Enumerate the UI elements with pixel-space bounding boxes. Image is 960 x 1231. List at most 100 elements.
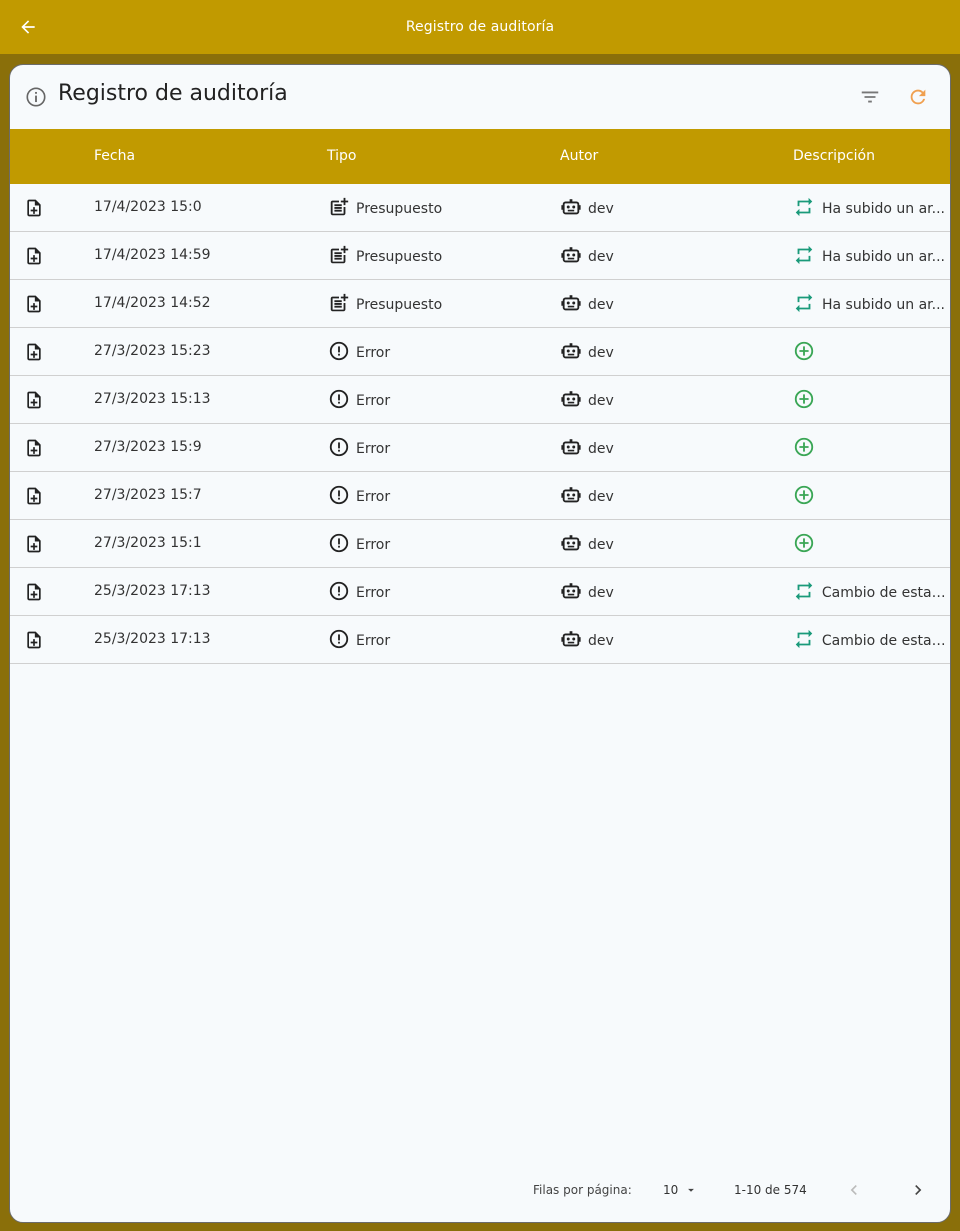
row-date: 27/3/2023 15:9: [94, 439, 202, 455]
column-header-tipo[interactable]: Tipo: [327, 148, 356, 164]
table-row[interactable]: 27/3/2023 15:23 Error dev: [10, 328, 950, 376]
note-add-icon: [24, 630, 44, 650]
row-description-label: Ha subido un ar...: [822, 201, 945, 217]
row-author-label: dev: [588, 537, 614, 553]
row-author-label: dev: [588, 489, 614, 505]
robot-icon: [560, 292, 582, 318]
table-row[interactable]: 27/3/2023 15:1 Error dev: [10, 520, 950, 568]
table-row[interactable]: 27/3/2023 15:7 Error dev: [10, 472, 950, 520]
row-author-label: dev: [588, 249, 614, 265]
post-add-icon: [328, 292, 350, 318]
row-type: Presupuesto: [328, 196, 442, 222]
row-author: dev: [560, 388, 614, 414]
row-type: Error: [328, 580, 390, 606]
row-type: Presupuesto: [328, 244, 442, 270]
row-author: dev: [560, 292, 614, 318]
column-header-autor[interactable]: Autor: [560, 148, 598, 164]
robot-icon: [560, 436, 582, 462]
row-description: [793, 532, 950, 558]
add-circle-icon: [793, 388, 815, 414]
error-icon: [328, 436, 350, 462]
row-author: dev: [560, 532, 614, 558]
row-description-label: Ha subido un ar...: [822, 297, 945, 313]
row-date: 27/3/2023 15:1: [94, 535, 202, 551]
row-date: 27/3/2023 15:13: [94, 391, 211, 407]
column-header-fecha[interactable]: Fecha: [94, 148, 135, 164]
table-row[interactable]: 27/3/2023 15:13 Error dev: [10, 376, 950, 424]
add-circle-icon: [793, 340, 815, 366]
robot-icon: [560, 340, 582, 366]
refresh-button[interactable]: [904, 83, 932, 111]
robot-icon: [560, 388, 582, 414]
row-date: 17/4/2023 14:59: [94, 247, 211, 263]
row-date: 17/4/2023 15:0: [94, 199, 202, 215]
row-type-label: Error: [356, 345, 391, 361]
error-icon: [328, 628, 350, 654]
row-type: Error: [328, 484, 390, 510]
audit-log-card: Registro de auditoría Fecha Tipo Autor D…: [9, 64, 951, 1223]
table-row[interactable]: 17/4/2023 14:59 Presupuesto dev Ha subido u…: [10, 232, 950, 280]
post-add-icon: [328, 196, 350, 222]
row-author: dev: [560, 244, 614, 270]
table-row[interactable]: 27/3/2023 15:9 Error dev: [10, 424, 950, 472]
row-description: [793, 388, 950, 414]
row-type: Error: [328, 436, 390, 462]
row-author-label: dev: [588, 297, 614, 313]
row-description: Ha subido un ar...: [793, 292, 950, 318]
robot-icon: [560, 628, 582, 654]
row-type-label: Error: [356, 585, 391, 601]
note-add-icon: [24, 486, 44, 506]
row-author-label: dev: [588, 633, 614, 649]
chevron-left-icon: [850, 1185, 857, 1195]
robot-icon: [560, 580, 582, 606]
table-row[interactable]: 25/3/2023 17:13 Error dev Cambio de estad..…: [10, 616, 950, 664]
row-description-label: Cambio de estad...: [821, 633, 951, 649]
row-type-label: Error: [356, 537, 391, 553]
row-type: Error: [328, 388, 390, 414]
table-row[interactable]: 17/4/2023 14:52 Presupuesto dev Ha subido u…: [10, 280, 950, 328]
row-author-label: dev: [588, 441, 614, 457]
error-icon: [328, 340, 350, 366]
next-page-button[interactable]: [907, 1179, 929, 1201]
row-author: dev: [560, 484, 614, 510]
app-bar: Registro de auditoría: [0, 0, 960, 54]
table-row[interactable]: 17/4/2023 15:0 Presupuesto dev Ha subido un…: [10, 184, 950, 232]
row-author: dev: [560, 580, 614, 606]
row-description: Ha subido un ar...: [793, 244, 950, 270]
error-icon: [328, 580, 350, 606]
back-button[interactable]: [14, 13, 42, 41]
row-type: Error: [328, 628, 390, 654]
row-date: 17/4/2023 14:52: [94, 295, 211, 311]
row-type-label: Presupuesto: [356, 201, 443, 217]
repeat-icon: [793, 292, 815, 318]
row-description-label: Ha subido un ar...: [822, 249, 945, 265]
filter-button[interactable]: [856, 83, 884, 111]
prev-page-button[interactable]: [843, 1179, 865, 1201]
repeat-icon: [793, 580, 815, 606]
info-icon: [26, 87, 46, 107]
app-bar-title: Registro de auditoría: [405, 19, 555, 35]
column-header-descripcion[interactable]: Descripción: [793, 148, 875, 164]
row-date: 25/3/2023 17:13: [94, 631, 211, 647]
row-author-label: dev: [588, 585, 614, 601]
row-description: Ha subido un ar...: [793, 196, 950, 222]
note-add-icon: [24, 390, 44, 410]
card-header: Registro de auditoría: [10, 65, 950, 129]
table-header: Fecha Tipo Autor Descripción: [10, 129, 950, 184]
chevron-down-icon[interactable]: [684, 1183, 698, 1197]
row-type: Presupuesto: [328, 292, 442, 318]
error-icon: [328, 484, 350, 510]
repeat-icon: [793, 244, 815, 270]
arrow-back-icon: [21, 20, 35, 34]
row-description: [793, 436, 950, 462]
note-add-icon: [24, 294, 44, 314]
row-description-label: Cambio de estad...: [821, 585, 951, 601]
row-type: Error: [328, 340, 390, 366]
add-circle-icon: [793, 436, 815, 462]
row-type-label: Error: [356, 393, 391, 409]
rows-per-page-select[interactable]: 10: [663, 1183, 678, 1197]
add-circle-icon: [793, 532, 815, 558]
table-row[interactable]: 25/3/2023 17:13 Error dev Cambio de estad..…: [10, 568, 950, 616]
row-author: dev: [560, 436, 614, 462]
repeat-icon: [793, 628, 815, 654]
